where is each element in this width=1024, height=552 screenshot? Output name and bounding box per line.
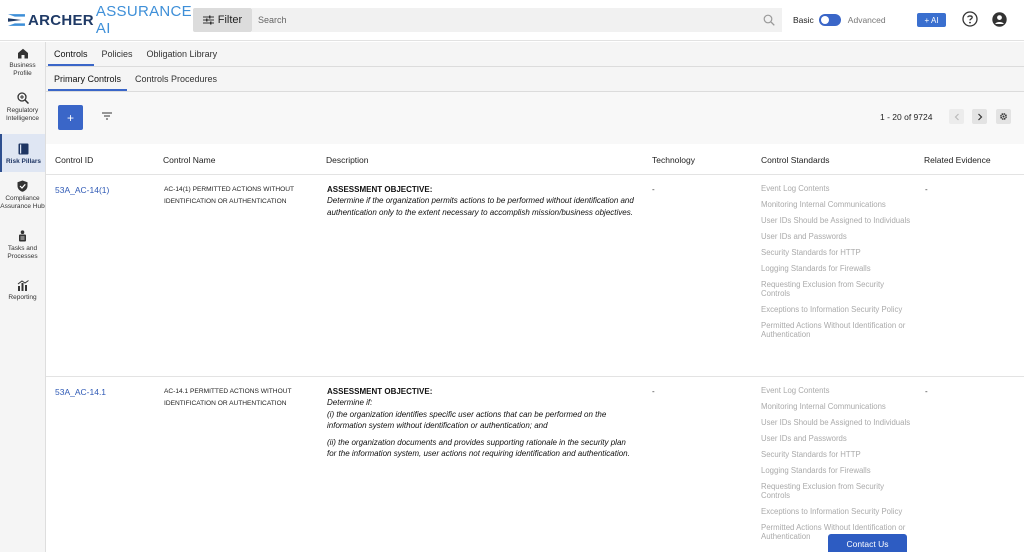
column-header-control-name[interactable]: Control Name (163, 155, 215, 165)
tab-controls-procedures[interactable]: Controls Procedures (129, 74, 223, 91)
tab-policies[interactable]: Policies (96, 49, 139, 66)
sliders-icon (202, 15, 214, 25)
sidebar-item-regulatory-intelligence[interactable]: Regulatory Intelligence (0, 92, 45, 130)
archer-logo-icon (8, 14, 25, 26)
table-row[interactable]: 53A_AC-14(1) AC-14(1) PERMITTED ACTIONS … (46, 175, 1024, 377)
magnify-plus-icon (16, 92, 29, 104)
primary-tabs: Controls Policies Obligation Library (46, 42, 1024, 67)
control-name: AC-14.1 PERMITTED ACTIONS WITHOUT IDENTI… (164, 388, 292, 407)
control-standard-item[interactable]: Requesting Exclusion from Security Contr… (761, 280, 911, 298)
pagination-count: 1 - 20 of 9724 (880, 112, 933, 122)
search-bar (252, 8, 782, 32)
user-account-icon[interactable] (992, 12, 1007, 30)
filter-lines-icon[interactable] (101, 111, 113, 124)
control-standard-item[interactable]: Monitoring Internal Communications (761, 402, 911, 411)
control-standard-item[interactable]: Security Standards for HTTP (761, 248, 911, 257)
description-text: (i) the organization identifies specific… (327, 409, 607, 431)
technology-value: - (652, 185, 655, 194)
control-standard-item[interactable]: Logging Standards for Firewalls (761, 264, 911, 273)
control-standard-item[interactable]: Monitoring Internal Communications (761, 200, 911, 209)
control-standard-item[interactable]: Event Log Contents (761, 386, 911, 395)
secondary-tabs: Primary Controls Controls Procedures (46, 67, 1024, 92)
control-standard-item[interactable]: User IDs and Passwords (761, 232, 911, 241)
description-heading: ASSESSMENT OBJECTIVE: (327, 387, 433, 396)
sidebar-item-label: Tasks and Processes (7, 245, 38, 260)
brand-name-bold: ARCHER (27, 11, 94, 29)
brand-logo[interactable]: ARCHER ASSURANCE AI (0, 0, 193, 41)
control-id-link[interactable]: 53A_AC-14.1 (55, 387, 106, 397)
sidebar-item-risk-pillars[interactable]: Risk Pillars (0, 134, 45, 172)
mode-toggle[interactable] (818, 14, 841, 26)
mode-basic-label: Basic (793, 15, 814, 25)
control-standard-item[interactable]: User IDs and Passwords (761, 434, 911, 443)
search-input[interactable] (252, 8, 756, 32)
control-standards-list: Event Log Contents Monitoring Internal C… (761, 184, 911, 346)
tasks-icon (19, 230, 26, 242)
related-evidence-value: - (925, 185, 928, 194)
contact-us-button[interactable]: Contact Us (828, 534, 907, 552)
column-header-related-evidence[interactable]: Related Evidence (924, 155, 991, 165)
book-icon (18, 143, 29, 155)
gear-icon[interactable] (996, 109, 1011, 124)
search-icon[interactable] (756, 14, 782, 26)
control-standard-item[interactable]: User IDs Should be Assigned to Individua… (761, 418, 911, 427)
sidebar-item-reporting[interactable]: Reporting (0, 280, 45, 306)
control-standard-item[interactable]: Logging Standards for Firewalls (761, 466, 911, 475)
sidebar: Business Profile Regulatory Intelligence… (0, 42, 46, 552)
description-heading: ASSESSMENT OBJECTIVE: (327, 185, 433, 194)
chart-icon (17, 280, 29, 291)
control-standard-item[interactable]: Permitted Actions Without Identification… (761, 321, 911, 339)
column-header-control-id[interactable]: Control ID (55, 155, 93, 165)
column-header-control-standards[interactable]: Control Standards (761, 155, 830, 165)
control-standard-item[interactable]: Requesting Exclusion from Security Contr… (761, 482, 911, 500)
control-name: AC-14(1) PERMITTED ACTIONS WITHOUT IDENT… (164, 186, 294, 205)
table-row[interactable]: 53A_AC-14.1 AC-14.1 PERMITTED ACTIONS WI… (46, 377, 1024, 552)
chevron-right-icon[interactable] (972, 109, 987, 124)
table-header: Control ID Control Name Description Tech… (46, 144, 1024, 175)
description-text: Determine if the organization permits ac… (327, 196, 634, 217)
tab-primary-controls[interactable]: Primary Controls (48, 74, 128, 91)
sidebar-item-label: Compliance Assurance Hub (0, 195, 45, 210)
sidebar-item-compliance-assurance-hub[interactable]: Compliance Assurance Hub (0, 180, 45, 222)
chevron-left-icon[interactable] (949, 109, 964, 124)
sidebar-item-label: Risk Pillars (5, 158, 42, 165)
table-toolbar: + 1 - 20 of 9724 (46, 92, 1024, 144)
control-description: ASSESSMENT OBJECTIVE: Determine if the o… (327, 184, 637, 218)
ai-button[interactable]: + AI (917, 13, 946, 27)
control-standards-list: Event Log Contents Monitoring Internal C… (761, 386, 911, 548)
description-text: Determine if: (327, 398, 373, 408)
controls-table: Control ID Control Name Description Tech… (46, 144, 1024, 552)
sidebar-item-label: Regulatory Intelligence (6, 107, 39, 122)
mode-switch: Basic Advanced (793, 14, 886, 26)
column-header-description[interactable]: Description (326, 155, 369, 165)
mode-advanced-label: Advanced (847, 15, 886, 25)
description-text: (ii) the organization documents and prov… (327, 437, 630, 459)
tab-obligation-library[interactable]: Obligation Library (141, 49, 224, 66)
control-standard-item[interactable]: Security Standards for HTTP (761, 450, 911, 459)
technology-value: - (652, 387, 655, 396)
sidebar-item-business-profile[interactable]: Business Profile (0, 48, 45, 88)
filter-button[interactable]: Filter (193, 8, 252, 32)
home-icon (17, 48, 28, 59)
add-control-button[interactable]: + (58, 105, 83, 130)
control-standard-item[interactable]: Event Log Contents (761, 184, 911, 193)
help-icon[interactable] (962, 11, 978, 30)
control-standard-item[interactable]: Exceptions to Information Security Polic… (761, 507, 911, 516)
control-standard-item[interactable]: User IDs Should be Assigned to Individua… (761, 216, 911, 225)
brand-name-light: ASSURANCE AI (95, 3, 192, 37)
shield-check-icon (17, 180, 28, 192)
column-header-technology[interactable]: Technology (652, 155, 695, 165)
control-standard-item[interactable]: Exceptions to Information Security Polic… (761, 305, 911, 314)
sidebar-item-tasks-and-processes[interactable]: Tasks and Processes (0, 230, 45, 264)
control-id-link[interactable]: 53A_AC-14(1) (55, 185, 109, 195)
control-description: ASSESSMENT OBJECTIVE: Determine if: (i) … (327, 386, 637, 459)
filter-label: Filter (217, 14, 243, 26)
top-bar: ARCHER ASSURANCE AI Filter Basic Advance… (0, 0, 1024, 41)
related-evidence-value: - (925, 387, 928, 396)
tab-controls[interactable]: Controls (48, 49, 94, 66)
sidebar-item-label: Reporting (8, 294, 37, 301)
sidebar-item-label: Business Profile (9, 62, 36, 77)
